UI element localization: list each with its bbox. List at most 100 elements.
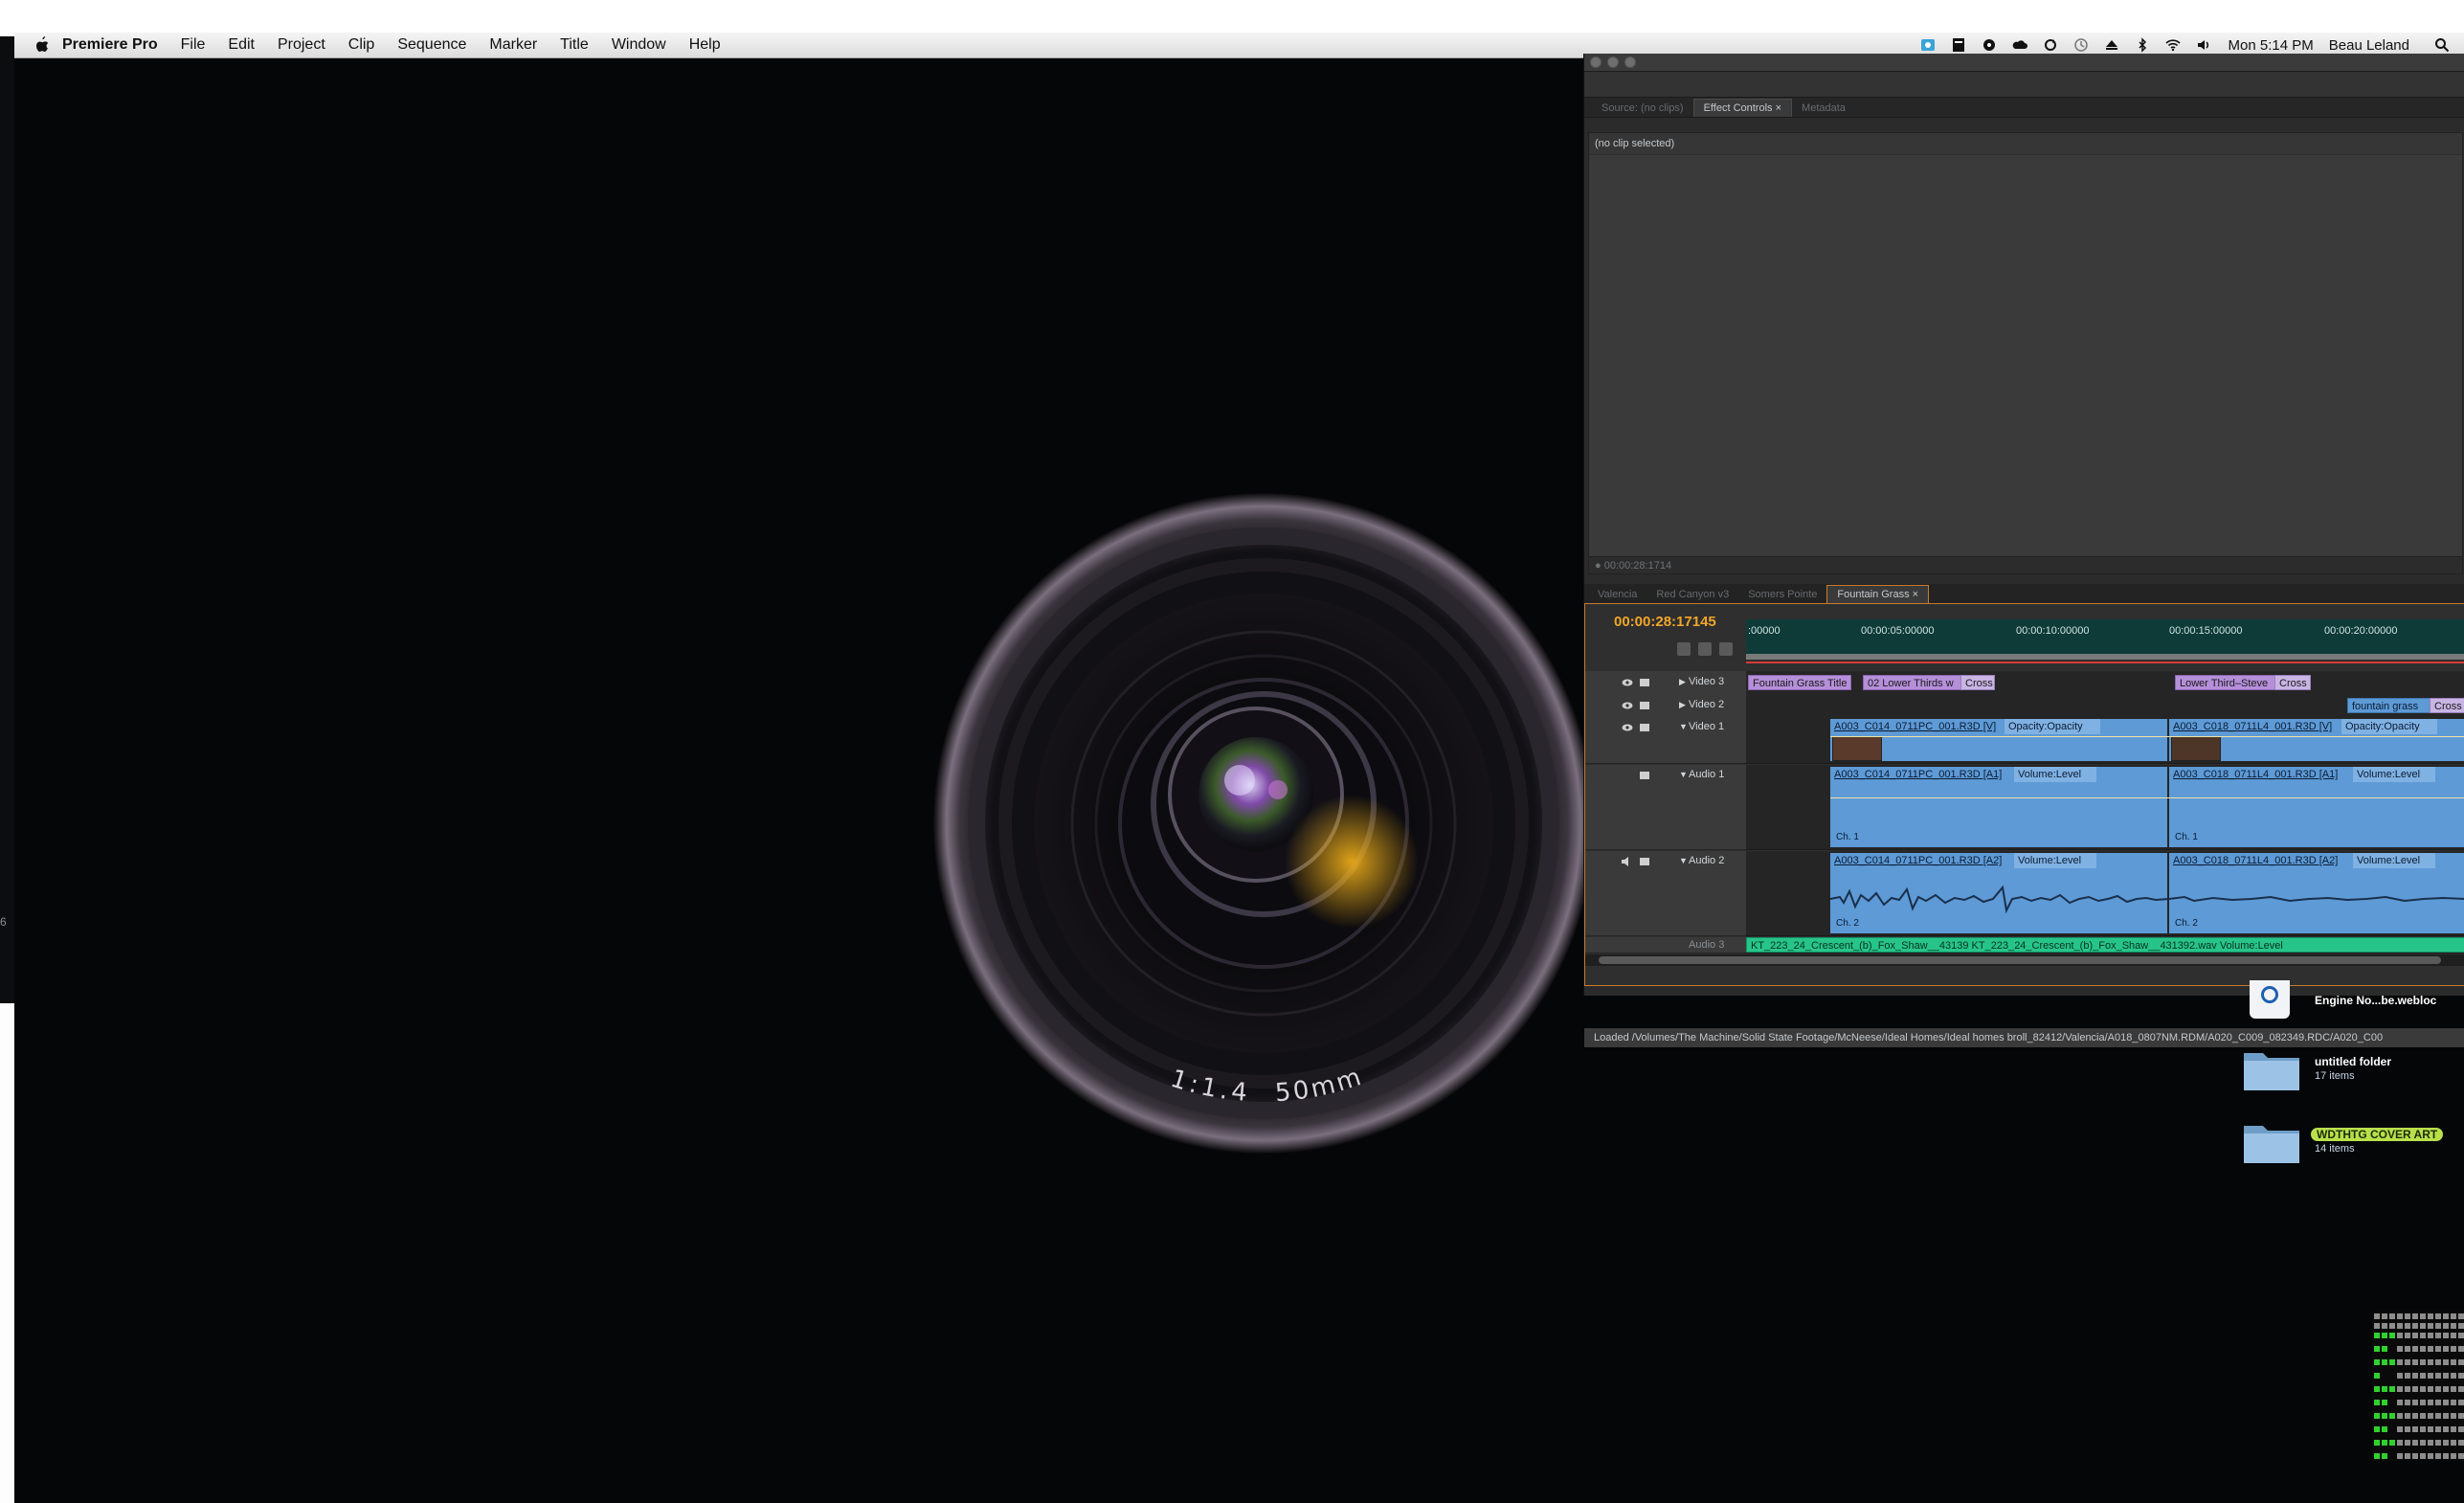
tab-sequence-red-canyon[interactable]: Red Canyon v3 <box>1646 586 1738 603</box>
bluetooth-icon[interactable] <box>2134 37 2151 53</box>
close-tab-icon[interactable]: × <box>1913 589 1918 600</box>
opacity-dropdown[interactable]: Opacity:Opacity <box>2341 719 2437 734</box>
time-ruler[interactable]: :00000 00:00:05:00000 00:00:10:00000 00:… <box>1746 619 2464 663</box>
menubar-user[interactable]: Beau Leland <box>2329 37 2409 54</box>
volume-dropdown[interactable]: Volume:Level <box>2353 853 2435 868</box>
opacity-line[interactable] <box>1830 736 2464 737</box>
eject-icon[interactable] <box>2103 37 2120 53</box>
close-window-button[interactable] <box>1590 56 1602 68</box>
clip-thumbnail <box>2171 736 2221 761</box>
opacity-dropdown[interactable]: Opacity:Opacity <box>2005 719 2100 734</box>
timeline-scrollbar[interactable] <box>1585 954 2464 966</box>
menu-help[interactable]: Help <box>689 36 721 54</box>
expand-track-icon[interactable]: ▶ <box>1679 700 1686 710</box>
track-name-audio2: Audio 2 <box>1689 855 1725 866</box>
track-header-video3[interactable]: ▶ Video 3 <box>1585 671 1746 695</box>
desktop-folder-untitled[interactable]: untitled folder 17 items <box>2242 1045 2464 1097</box>
sequence-marker-icon[interactable] <box>1719 642 1733 656</box>
timeline-panel: 00:00:28:17145 :00000 00:00:05:00000 00:… <box>1584 603 2464 986</box>
tab-source[interactable]: Source: (no clips) <box>1592 100 1693 117</box>
finder-status-icon[interactable] <box>1919 37 1937 53</box>
menu-title[interactable]: Title <box>560 36 589 54</box>
volume-icon[interactable] <box>2195 37 2212 53</box>
clip-cross-dissolve[interactable]: Cross <box>2274 675 2311 690</box>
track-header-audio1[interactable]: ▼ Audio 1 <box>1585 765 1746 850</box>
clip-cross-dissolve[interactable]: Cross <box>1960 675 1995 690</box>
volume-line[interactable] <box>1830 797 2464 798</box>
tab-sequence-valencia[interactable]: Valencia <box>1588 586 1646 603</box>
clip-crescent-wav[interactable]: KT_223_24_Crescent_(b)_Fox_Shaw__43139 K… <box>1746 937 2464 953</box>
cloud-icon[interactable] <box>2011 37 2028 53</box>
collapse-track-icon[interactable]: ▼ <box>1679 722 1688 731</box>
tab-sequence-somers-pointe[interactable]: Somers Pointe <box>1738 586 1826 603</box>
gamepad-icon[interactable] <box>1981 37 1998 53</box>
ruler-tick-label: 00:00:05:00000 <box>1861 625 1935 637</box>
effect-controls-footer: ● 00:00:28:1714 <box>1589 556 2462 573</box>
work-area-bar[interactable] <box>1746 654 2464 660</box>
window-titlebar <box>1584 54 2464 72</box>
timeline-tools <box>1677 642 1740 656</box>
collapse-track-icon[interactable]: ▼ <box>1679 856 1688 865</box>
close-tab-icon[interactable]: × <box>1776 102 1781 114</box>
desktop-item-webloc[interactable]: Engine No...be.webloc <box>2250 980 2464 1019</box>
clip-fountain-grass-title[interactable]: Fountain Grass Title <box>1748 675 1851 690</box>
zoom-window-button[interactable] <box>1624 56 1636 68</box>
lock-icon[interactable] <box>1639 771 1650 780</box>
menu-sequence[interactable]: Sequence <box>397 36 466 54</box>
tab-fountain-grass-label: Fountain Grass <box>1837 589 1910 600</box>
document-icon[interactable] <box>1950 37 1967 53</box>
desktop-item-label: untitled folder <box>2315 1055 2391 1068</box>
track-header-video1[interactable]: ▼ Video 1 <box>1585 717 1746 764</box>
menu-window[interactable]: Window <box>612 36 666 54</box>
track-header-audio2[interactable]: ▼ Audio 2 <box>1585 851 1746 936</box>
scrollbar-thumb[interactable] <box>1599 956 2441 964</box>
audio-waveform <box>1830 885 2464 914</box>
volume-dropdown[interactable]: Volume:Level <box>2014 853 2096 868</box>
spotlight-search-icon[interactable] <box>2433 37 2451 53</box>
clip-lower-thirds[interactable]: 02 Lower Thirds w <box>1863 675 1962 690</box>
lock-icon[interactable] <box>1639 723 1650 732</box>
apple-menu-icon[interactable] <box>32 34 53 56</box>
volume-dropdown[interactable]: Volume:Level <box>2353 767 2435 782</box>
expand-track-icon[interactable]: ▶ <box>1679 677 1686 687</box>
clip-lower-third-steve[interactable]: Lower Third–Steve <box>2175 675 2276 690</box>
clip-cross-dissolve[interactable]: Cross <box>2430 698 2464 713</box>
clip-fountain-grass[interactable]: fountain grass <box>2347 698 2433 713</box>
source-panel-tabs: Source: (no clips) Effect Controls × Met… <box>1584 98 2464 118</box>
add-marker-icon[interactable] <box>1698 642 1712 656</box>
sync-icon[interactable] <box>2042 37 2059 53</box>
wifi-icon[interactable] <box>2164 37 2182 53</box>
eye-icon[interactable] <box>1622 678 1633 687</box>
lock-icon[interactable] <box>1639 857 1650 866</box>
minimize-window-button[interactable] <box>1607 56 1619 68</box>
speaker-icon[interactable] <box>1622 857 1633 866</box>
tab-effect-controls[interactable]: Effect Controls × <box>1692 99 1793 117</box>
desktop-item-label: WDTHTG COVER ART <box>2311 1128 2444 1141</box>
desktop-folder-wdthtg[interactable]: WDTHTG COVER ART 14 items <box>2242 1118 2464 1170</box>
collapse-track-icon[interactable]: ▼ <box>1679 770 1688 779</box>
track-header-video2[interactable]: ▶ Video 2 <box>1585 694 1746 718</box>
time-machine-icon[interactable] <box>2072 37 2090 53</box>
menu-file[interactable]: File <box>181 36 206 54</box>
premiere-window: Source: (no clips) Effect Controls × Met… <box>1583 54 2464 1047</box>
timeline-timecode[interactable]: 00:00:28:17145 <box>1614 614 1716 630</box>
lock-icon[interactable] <box>1639 701 1650 710</box>
menubar-clock[interactable]: Mon 5:14 PM <box>2229 37 2314 54</box>
volume-dropdown[interactable]: Volume:Level <box>2014 767 2096 782</box>
menu-app-name[interactable]: Premiere Pro <box>62 36 158 54</box>
menu-clip[interactable]: Clip <box>348 36 375 54</box>
menu-project[interactable]: Project <box>278 36 325 54</box>
tab-sequence-fountain-grass[interactable]: Fountain Grass × <box>1826 585 1930 603</box>
clip-label: A003_C018_0711L4_001.R3D [A2] <box>2173 855 2339 866</box>
eye-icon[interactable] <box>1622 723 1633 732</box>
track-name-video1: Video 1 <box>1689 721 1725 732</box>
clip-label: A003_C014_0711PC_001.R3D [A1] <box>1834 769 2003 780</box>
tab-metadata[interactable]: Metadata <box>1792 100 1855 117</box>
snap-icon[interactable] <box>1677 642 1691 656</box>
lock-icon[interactable] <box>1639 678 1650 687</box>
left-edge-window: 6 <box>0 36 14 1003</box>
eye-icon[interactable] <box>1622 701 1633 710</box>
menu-marker[interactable]: Marker <box>489 36 537 54</box>
track-header-audio3[interactable]: Audio 3 <box>1585 937 1746 953</box>
menu-edit[interactable]: Edit <box>228 36 255 54</box>
